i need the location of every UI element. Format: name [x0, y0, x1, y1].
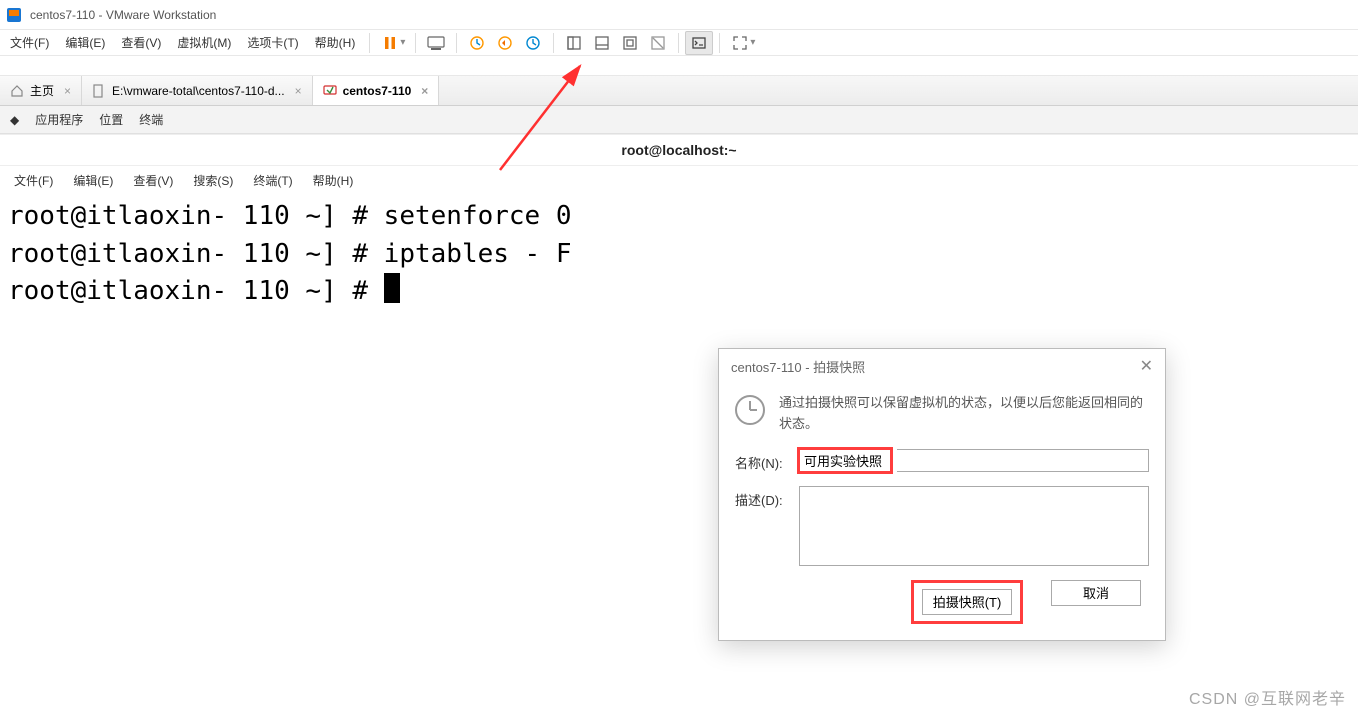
- term-menu-edit[interactable]: 编辑(E): [63, 168, 123, 193]
- term-menu-terminal[interactable]: 终端(T): [243, 168, 302, 193]
- dialog-info-text: 通过拍摄快照可以保留虚拟机的状态，以便以后您能返回相同的状态。: [779, 393, 1149, 435]
- menu-help[interactable]: 帮助(H): [307, 30, 364, 55]
- vm-icon: [323, 84, 337, 98]
- watermark-text: CSDN @互联网老辛: [1189, 685, 1346, 709]
- desc-label: 描述(D):: [735, 486, 793, 509]
- gnome-activities-icon[interactable]: ◆: [10, 113, 19, 127]
- layout-single-icon[interactable]: [560, 31, 588, 55]
- window-title: centos7-110 - VMware Workstation: [30, 8, 216, 22]
- console-view-icon[interactable]: [685, 31, 713, 55]
- snapshot-dialog: centos7-110 - 拍摄快照 ✕ 通过拍摄快照可以保留虚拟机的状态，以便…: [718, 348, 1166, 641]
- dialog-name-row: 名称(N):: [735, 449, 1149, 472]
- file-icon: [92, 84, 106, 98]
- terminal-cursor: [384, 273, 400, 303]
- terminal-menubar: 文件(F) 编辑(E) 查看(V) 搜索(S) 终端(T) 帮助(H): [0, 166, 1358, 194]
- fullscreen-chevron-icon[interactable]: ▾: [750, 37, 759, 48]
- terminal-titlebar: root@localhost:~: [0, 134, 1358, 166]
- take-snapshot-button[interactable]: 拍摄快照(T): [922, 589, 1012, 615]
- menubar-separator: [369, 33, 370, 53]
- term-menu-search[interactable]: 搜索(S): [183, 168, 243, 193]
- tab-path-label: E:\vmware-total\centos7-110-d...: [112, 84, 285, 98]
- pause-chevron-icon[interactable]: ▾: [400, 37, 409, 48]
- terminal-title-text: root@localhost:~: [621, 142, 736, 158]
- tab-vm-label: centos7-110: [343, 84, 412, 98]
- revert-snapshot-icon[interactable]: [491, 31, 519, 55]
- terminal-line-1: root@itlaoxin- 110 ~] # setenforce 0: [8, 201, 572, 231]
- toolbar-separator-1: [415, 33, 416, 53]
- take-snapshot-highlight: 拍摄快照(T): [911, 580, 1023, 624]
- layout-exclusive-icon[interactable]: [644, 31, 672, 55]
- gnome-places[interactable]: 位置: [99, 111, 123, 128]
- dialog-body: 通过拍摄快照可以保留虚拟机的状态，以便以后您能返回相同的状态。 名称(N): 描…: [719, 383, 1165, 640]
- document-tabbar: 主页 × E:\vmware-total\centos7-110-d... × …: [0, 76, 1358, 106]
- close-icon[interactable]: ×: [295, 84, 302, 98]
- tab-home[interactable]: 主页 ×: [0, 76, 82, 105]
- spacer-row: [0, 56, 1358, 76]
- snapshot-manager-icon[interactable]: [519, 31, 547, 55]
- toolbar-separator-5: [719, 33, 720, 53]
- terminal-line-3: root@itlaoxin- 110 ~] #: [8, 276, 384, 306]
- menu-edit[interactable]: 编辑(E): [57, 30, 113, 55]
- window-titlebar: centos7-110 - VMware Workstation: [0, 0, 1358, 30]
- layout-unity-icon[interactable]: [616, 31, 644, 55]
- main-menubar: 文件(F) 编辑(E) 查看(V) 虚拟机(M) 选项卡(T) 帮助(H) ▾ …: [0, 30, 1358, 56]
- term-menu-view[interactable]: 查看(V): [123, 168, 183, 193]
- snapshot-desc-input[interactable]: [799, 486, 1149, 566]
- tab-path[interactable]: E:\vmware-total\centos7-110-d... ×: [82, 76, 313, 105]
- term-menu-file[interactable]: 文件(F): [4, 168, 63, 193]
- snapshot-name-input[interactable]: [799, 449, 891, 472]
- layout-stack-icon[interactable]: [588, 31, 616, 55]
- terminal-line-2: root@itlaoxin- 110 ~] # iptables - F: [8, 239, 572, 269]
- menu-vm[interactable]: 虚拟机(M): [169, 30, 239, 55]
- tab-home-label: 主页: [30, 82, 54, 99]
- gnome-terminal-label[interactable]: 终端: [139, 111, 163, 128]
- vmware-app-icon: [6, 7, 22, 23]
- toolbar-separator-4: [678, 33, 679, 53]
- dialog-button-row: 拍摄快照(T) 取消: [735, 580, 1149, 624]
- send-ctrl-alt-del-icon[interactable]: [422, 31, 450, 55]
- terminal-body[interactable]: root@itlaoxin- 110 ~] # setenforce 0 roo…: [0, 194, 1358, 315]
- home-icon: [10, 84, 24, 98]
- close-icon[interactable]: ×: [421, 84, 428, 98]
- gnome-topbar: ◆ 应用程序 位置 终端: [0, 106, 1358, 134]
- tab-vm-active[interactable]: centos7-110 ×: [313, 76, 440, 105]
- dialog-title-text: centos7-110 - 拍摄快照: [731, 357, 865, 376]
- take-snapshot-icon[interactable]: [463, 31, 491, 55]
- gnome-applications[interactable]: 应用程序: [35, 111, 83, 128]
- close-icon[interactable]: ×: [64, 84, 71, 98]
- menu-tabs[interactable]: 选项卡(T): [239, 30, 306, 55]
- term-menu-help[interactable]: 帮助(H): [303, 168, 364, 193]
- menu-file[interactable]: 文件(F): [2, 30, 57, 55]
- name-label: 名称(N):: [735, 449, 793, 472]
- dialog-info-row: 通过拍摄快照可以保留虚拟机的状态，以便以后您能返回相同的状态。: [735, 393, 1149, 435]
- dialog-titlebar: centos7-110 - 拍摄快照 ✕: [719, 349, 1165, 383]
- snapshot-name-input-extend[interactable]: [897, 449, 1149, 472]
- dialog-close-icon[interactable]: ✕: [1140, 356, 1153, 376]
- toolbar-separator-3: [553, 33, 554, 53]
- menu-view[interactable]: 查看(V): [113, 30, 169, 55]
- cancel-button[interactable]: 取消: [1051, 580, 1141, 606]
- toolbar-separator-2: [456, 33, 457, 53]
- clock-icon: [735, 395, 765, 425]
- dialog-desc-row: 描述(D):: [735, 486, 1149, 566]
